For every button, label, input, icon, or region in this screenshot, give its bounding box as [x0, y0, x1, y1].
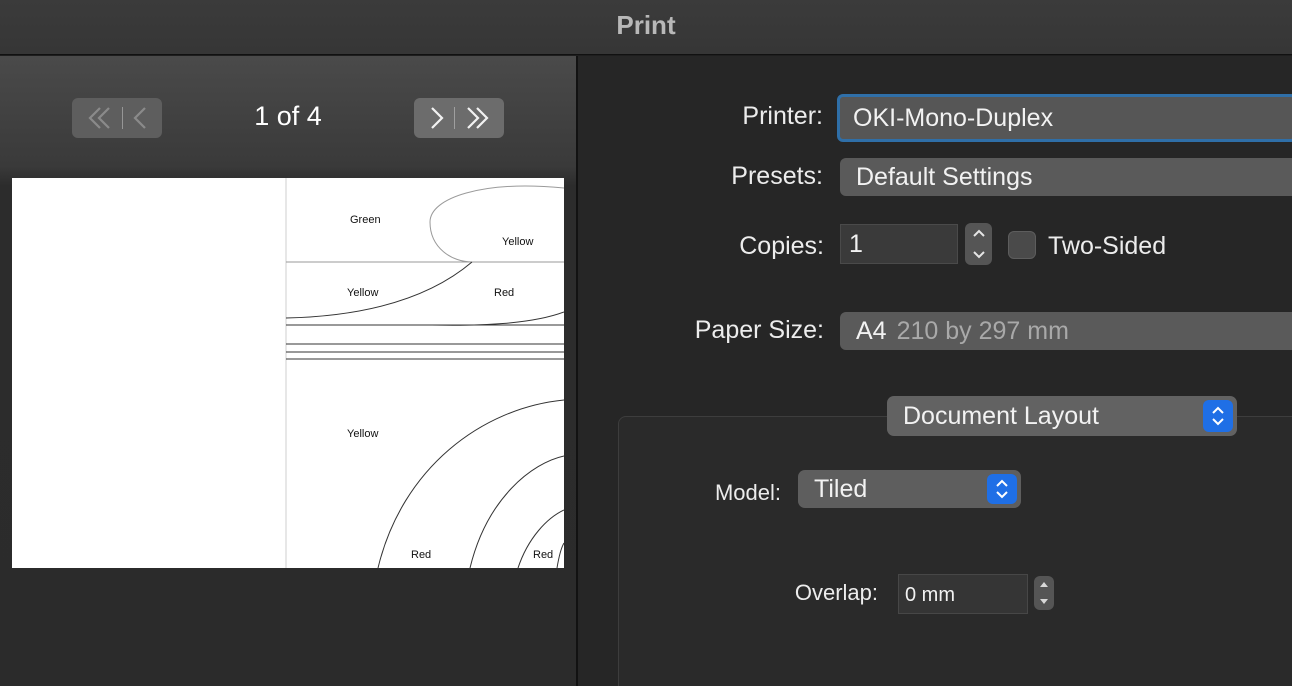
updown-chevron-icon — [987, 474, 1017, 504]
model-popup[interactable]: Tiled — [798, 470, 1021, 508]
window-title: Print — [616, 10, 676, 40]
last-page-icon[interactable] — [464, 105, 490, 131]
title-bar: Print — [0, 0, 1292, 55]
paper-size-value: A4 — [856, 316, 887, 345]
updown-chevron-icon — [1203, 400, 1233, 432]
printer-value: OKI-Mono-Duplex — [853, 103, 1054, 132]
region-label-red: Red — [494, 287, 515, 299]
settings-pane: Printer: OKI-Mono-Duplex Presets: Defaul… — [578, 56, 1292, 686]
overlap-stepper[interactable] — [1034, 576, 1054, 610]
paper-size-popup[interactable]: A4 210 by 297 mm — [840, 312, 1292, 350]
two-sided-label[interactable]: Two-Sided — [1048, 232, 1166, 261]
model-value: Tiled — [814, 474, 868, 503]
next-last-page-buttons[interactable] — [414, 98, 504, 138]
stepper-up-icon[interactable] — [972, 229, 986, 238]
page-preview: Green Yellow Yellow Red Yellow Red Red — [12, 178, 564, 568]
first-prev-page-buttons[interactable] — [72, 98, 162, 138]
printer-popup[interactable]: OKI-Mono-Duplex — [837, 94, 1292, 142]
region-label-yellow: Yellow — [347, 428, 379, 440]
preview-drawing — [285, 178, 564, 568]
document-layout-group — [618, 416, 1292, 686]
page-indicator: 1 of 4 — [254, 101, 322, 131]
section-popup[interactable]: Document Layout — [887, 396, 1237, 436]
stepper-down-icon[interactable] — [1039, 598, 1049, 605]
button-separator — [121, 107, 123, 129]
previous-page-icon[interactable] — [132, 105, 148, 131]
next-page-icon[interactable] — [429, 105, 445, 131]
region-label-yellow: Yellow — [347, 287, 379, 299]
copies-field[interactable]: 1 — [840, 224, 958, 264]
preview-pane: 1 of 4 Green Yellow Yellow Red Yellow Re… — [0, 56, 576, 686]
region-label-red: Red — [533, 549, 554, 561]
overlap-field[interactable]: 0 mm — [898, 574, 1028, 614]
model-label: Model: — [714, 480, 781, 505]
two-sided-checkbox[interactable] — [1008, 231, 1036, 259]
section-popup-value: Document Layout — [903, 401, 1099, 430]
paper-size-label: Paper Size: — [694, 316, 824, 344]
printer-label: Printer: — [742, 102, 823, 130]
overlap-label: Overlap: — [794, 580, 878, 605]
region-label-red: Red — [411, 549, 432, 561]
copies-label: Copies: — [739, 232, 824, 260]
presets-label: Presets: — [731, 162, 823, 190]
copies-stepper[interactable] — [965, 223, 992, 265]
button-separator — [453, 107, 455, 129]
stepper-down-icon[interactable] — [972, 250, 986, 259]
stepper-up-icon[interactable] — [1039, 581, 1049, 588]
region-label-yellow: Yellow — [502, 236, 534, 248]
region-label-green: Green — [350, 214, 381, 226]
first-page-icon[interactable] — [87, 105, 113, 131]
presets-popup[interactable]: Default Settings — [840, 158, 1292, 196]
paper-size-detail: 210 by 297 mm — [896, 316, 1069, 345]
presets-value: Default Settings — [856, 162, 1033, 191]
